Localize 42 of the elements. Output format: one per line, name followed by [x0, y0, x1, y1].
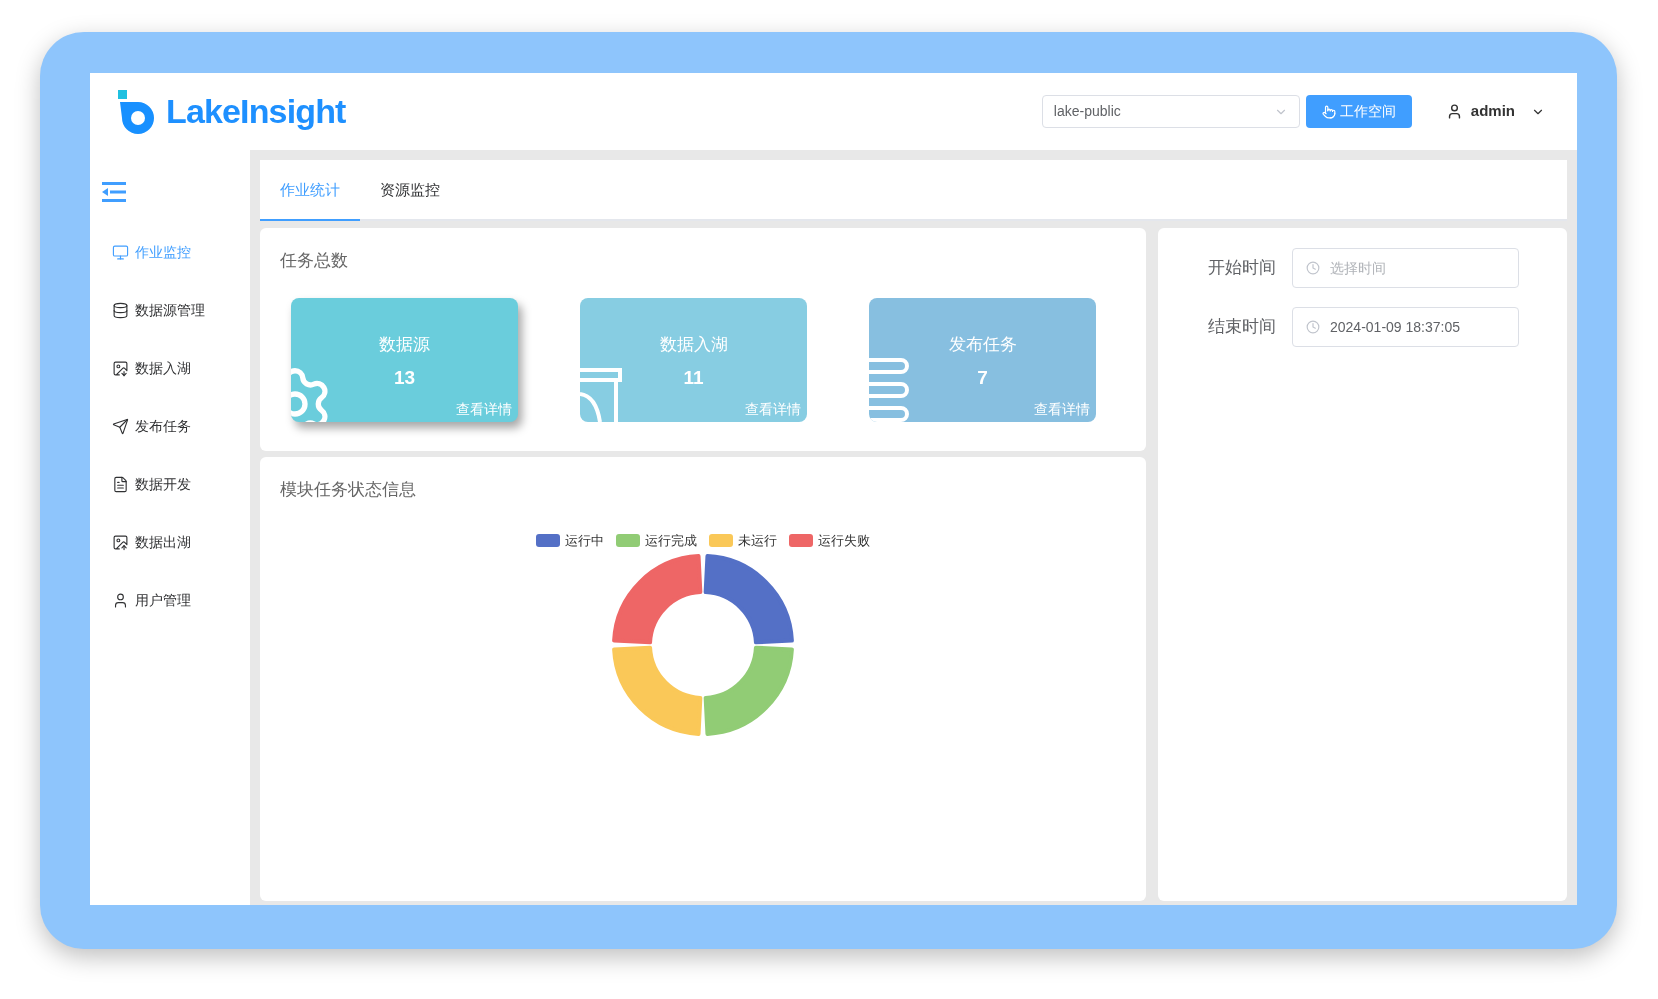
time-picker[interactable]: 2024-01-09 18:37:05 [1292, 307, 1519, 347]
field-label: 开始时间 [1208, 257, 1277, 280]
stat-title: 数据入湖 [658, 333, 729, 356]
sidebar-item[interactable]: 数据出湖 [112, 530, 250, 554]
image-down-icon [112, 359, 129, 377]
paper-plane-icon [112, 417, 129, 435]
user-menu[interactable]: admin [1445, 100, 1545, 123]
workspace-select[interactable]: lake-public [1041, 95, 1300, 128]
legend-swatch[interactable] [616, 533, 640, 547]
legend-label: 运行中 [565, 531, 604, 550]
tab[interactable]: 资源监控 [360, 161, 460, 221]
hand-pointer-icon [1321, 104, 1336, 119]
monitor-icon [112, 243, 129, 261]
list-icon [869, 357, 911, 422]
time-picker[interactable]: 选择时间 [1292, 248, 1519, 288]
stat-title: 数据源 [378, 333, 431, 356]
sidebar-item[interactable]: 数据入湖 [112, 356, 250, 380]
stat-count: 7 [976, 365, 989, 390]
legend-swatch[interactable] [789, 533, 813, 547]
user-icon [112, 591, 129, 609]
legend-label: 运行完成 [645, 531, 697, 550]
database-icon [112, 301, 129, 319]
field-label: 结束时间 [1208, 316, 1277, 339]
menu-fold-icon[interactable] [102, 182, 126, 202]
sidebar-item[interactable]: 发布任务 [112, 414, 250, 438]
legend-label: 运行失败 [818, 531, 870, 550]
sidebar-item[interactable]: 用户管理 [112, 588, 250, 612]
stat-title: 发布任务 [947, 333, 1018, 356]
image-up-icon [112, 533, 129, 551]
clock-icon [1306, 261, 1320, 275]
sidebar-item[interactable]: 数据源管理 [112, 298, 250, 322]
section-title: 模块任务状态信息 [280, 479, 417, 501]
legend-label: 未运行 [738, 531, 777, 550]
stat-count: 11 [682, 365, 705, 390]
document-icon [112, 475, 129, 493]
stat-count: 13 [392, 365, 417, 390]
legend-swatch[interactable] [536, 533, 560, 547]
sidebar-item[interactable]: 数据开发 [112, 472, 250, 496]
section-title: 任务总数 [280, 250, 349, 272]
clock-icon [1306, 320, 1320, 334]
legend-swatch[interactable] [709, 533, 733, 547]
logo-text: LakeInsight [166, 91, 346, 132]
